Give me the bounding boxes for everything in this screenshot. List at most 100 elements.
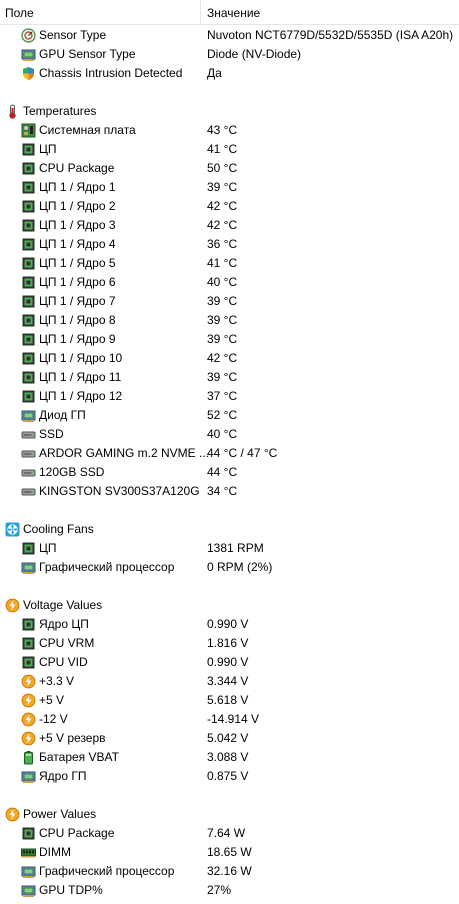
sensor-label: CPU Package [39,826,115,840]
sensor-row[interactable]: Графический процессор 32.16 W [0,862,459,881]
chip-icon [21,389,36,404]
sensor-row[interactable]: ЦП 1 / Ядро 6 40 °C [0,273,459,292]
chip-icon [21,142,36,157]
sensor-row[interactable]: ЦП 1 / Ядро 7 39 °C [0,292,459,311]
sensor-label: 120GB SSD [39,465,105,479]
column-header-value[interactable]: Значение [207,6,260,20]
sensor-row[interactable]: CPU Package 50 °C [0,159,459,178]
sensor-row[interactable]: DIMM 18.65 W [0,843,459,862]
sensor-label: Системная плата [39,123,136,137]
sensor-value: Nuvoton NCT6779D/5532D/5535D (ISA A20h) [207,28,454,42]
sensor-row[interactable]: ЦП 1381 RPM [0,539,459,558]
chip-icon [21,541,36,556]
sensor-row[interactable]: Диод ГП 52 °C [0,406,459,425]
sensor-row[interactable]: Sensor Type Nuvoton NCT6779D/5532D/5535D … [0,26,459,45]
sensor-label: ЦП 1 / Ядро 12 [39,389,123,403]
gpu-icon [21,560,36,575]
sensor-row[interactable]: CPU VRM 1.816 V [0,634,459,653]
sensor-row[interactable]: ЦП 1 / Ядро 1 39 °C [0,178,459,197]
sensor-row[interactable]: SSD 40 °C [0,425,459,444]
section-label: Temperatures [23,104,97,118]
sensor-row[interactable]: GPU TDP% 27% [0,881,459,900]
sensor-row[interactable]: CPU VID 0.990 V [0,653,459,672]
sensor-row[interactable]: Chassis Intrusion Detected Да [0,64,459,83]
sensor-value: 0.990 V [207,617,249,631]
sensor-row[interactable]: CPU Package 7.64 W [0,824,459,843]
chip-icon [21,351,36,366]
sensor-value: 34 °C [207,484,238,498]
sensor-label: Диод ГП [39,408,86,422]
sensor-row[interactable]: Графический процессор 0 RPM (2%) [0,558,459,577]
section-header[interactable]: Temperatures [0,102,459,121]
sensor-value: 44 °C [207,465,238,479]
sensor-row[interactable]: ЦП 1 / Ядро 12 37 °C [0,387,459,406]
section-header[interactable]: Voltage Values [0,596,459,615]
sensor-row[interactable]: +3.3 V 3.344 V [0,672,459,691]
sensor-label: ЦП 1 / Ядро 11 [39,370,122,384]
sensor-label: +5 V резерв [39,731,106,745]
chip-icon [21,256,36,271]
chip-icon [21,370,36,385]
sensor-value: 39 °C [207,370,238,384]
sensor-label: ЦП [39,541,57,555]
disk-icon [21,427,36,442]
sensor-value: 5.618 V [207,693,249,707]
sensor-label: Sensor Type [39,28,107,42]
gpu-icon [21,769,36,784]
sensor-row[interactable]: Системная плата 43 °C [0,121,459,140]
column-divider[interactable] [200,0,201,24]
sensor-row[interactable]: Ядро ГП 0.875 V [0,767,459,786]
column-header-field[interactable]: Поле [5,6,34,20]
sensor-row[interactable]: ЦП 41 °C [0,140,459,159]
sensor-value: 41 °C [207,142,238,156]
sensor-row[interactable]: ЦП 1 / Ядро 10 42 °C [0,349,459,368]
sensor-row[interactable]: ЦП 1 / Ядро 8 39 °C [0,311,459,330]
sensor-row[interactable]: ЦП 1 / Ядро 2 42 °C [0,197,459,216]
sensor-row[interactable]: ЦП 1 / Ядро 3 42 °C [0,216,459,235]
battery-icon [21,750,36,765]
sensor-row[interactable]: ARDOR GAMING m.2 NVME ... 44 °C / 47 °C [0,444,459,463]
sensor-value: 36 °C [207,237,238,251]
sensor-row[interactable]: -12 V -14.914 V [0,710,459,729]
sensor-row[interactable]: ЦП 1 / Ядро 9 39 °C [0,330,459,349]
sensor-row[interactable]: 120GB SSD 44 °C [0,463,459,482]
sensor-row[interactable]: GPU Sensor Type Diode (NV-Diode) [0,45,459,64]
sensor-label: ЦП 1 / Ядро 9 [39,332,116,346]
sensor-label: GPU Sensor Type [39,47,136,61]
sensor-label: +5 V [39,693,65,707]
sensor-row[interactable]: ЦП 1 / Ядро 5 41 °C [0,254,459,273]
section-header[interactable]: Cooling Fans [0,520,459,539]
sensor-label: ЦП 1 / Ядро 10 [39,351,123,365]
section-header[interactable]: Power Values [0,805,459,824]
sensor-row[interactable]: KINGSTON SV300S37A120G 34 °C [0,482,459,501]
chip-icon [21,218,36,233]
sensor-row[interactable]: Батарея VBAT 3.088 V [0,748,459,767]
sensor-value: 39 °C [207,294,238,308]
section-label: Power Values [23,807,97,821]
sensor-value: 42 °C [207,218,238,232]
lightning-icon [5,598,20,613]
sensor-row[interactable]: +5 V 5.618 V [0,691,459,710]
sensor-label: ЦП 1 / Ядро 4 [39,237,116,251]
sensor-value: 32.16 W [207,864,252,878]
sensor-value: 0 RPM (2%) [207,560,273,574]
sensor-label: ЦП 1 / Ядро 2 [39,199,116,213]
chip-icon [21,313,36,328]
chip-icon [21,237,36,252]
shield-icon [21,66,36,81]
gpu-icon [21,408,36,423]
sensor-value: 3.088 V [207,750,249,764]
sensor-row[interactable]: ЦП 1 / Ядро 4 36 °C [0,235,459,254]
sensor-label: ЦП [39,142,57,156]
sensor-label: Ядро ЦП [39,617,89,631]
sensor-row[interactable]: Ядро ЦП 0.990 V [0,615,459,634]
sensor-value: 3.344 V [207,674,249,688]
sensor-row[interactable]: +5 V резерв 5.042 V [0,729,459,748]
sensor-label: CPU Package [39,161,115,175]
sensor-label: ЦП 1 / Ядро 1 [39,180,116,194]
sensor-row[interactable]: ЦП 1 / Ядро 11 39 °C [0,368,459,387]
lightning-icon [21,674,36,689]
sensor-value: 39 °C [207,332,238,346]
